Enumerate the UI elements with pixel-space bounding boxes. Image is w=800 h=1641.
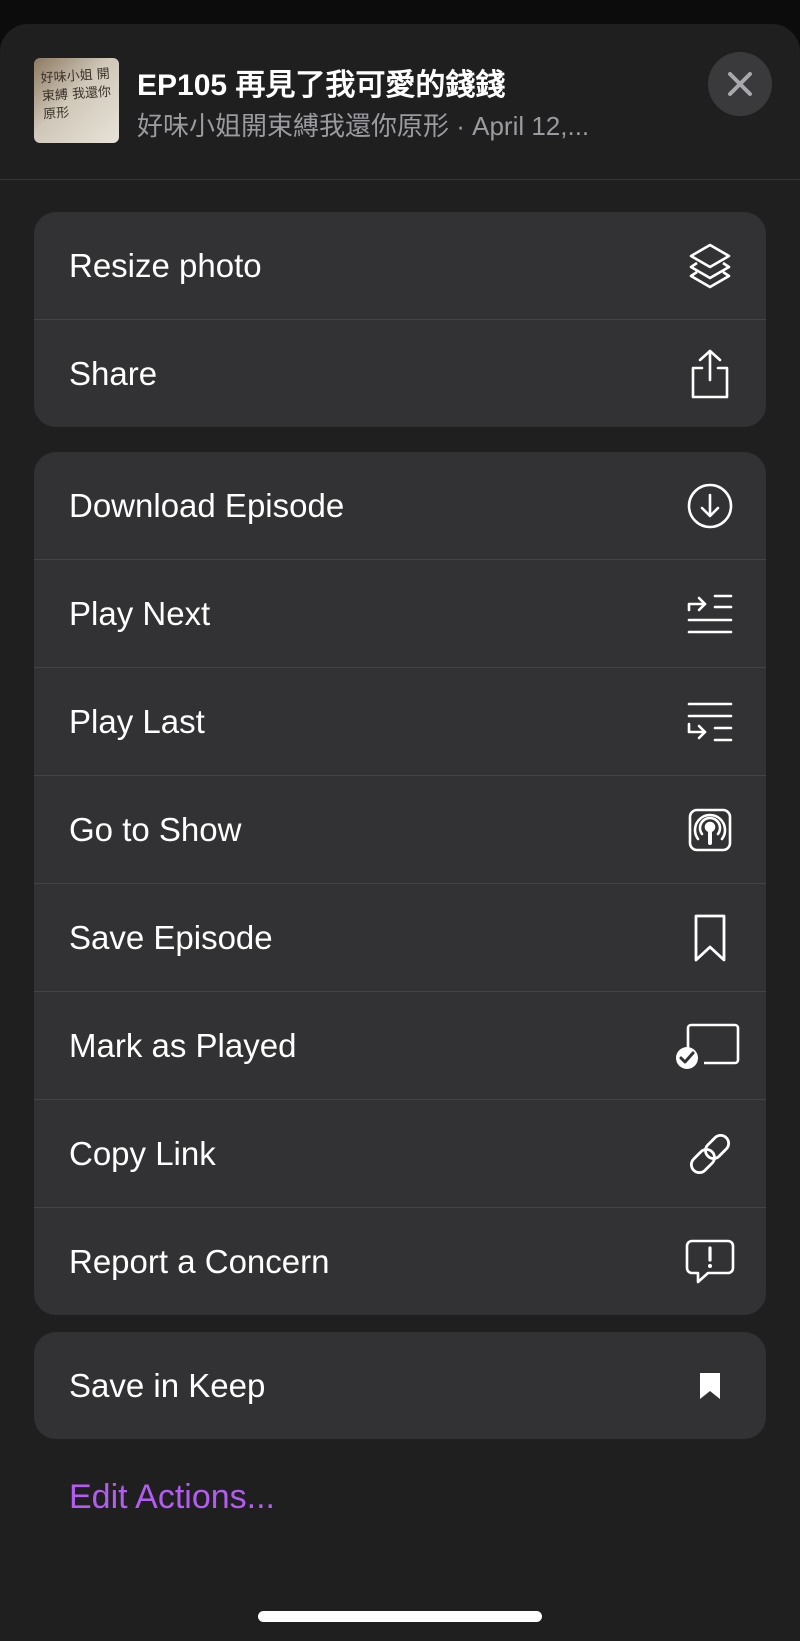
action-label: Play Last <box>69 702 205 740</box>
play-last-icon <box>682 694 738 750</box>
share-sheet: 好味小姐 開束縛 我還你原形 EP105 再見了我可愛的錢錢 好味小姐開束縛我還… <box>0 24 800 1641</box>
share-action[interactable]: Share <box>34 320 766 427</box>
action-label: Mark as Played <box>69 1026 297 1064</box>
save-in-keep-action[interactable]: Save in Keep <box>34 1332 766 1439</box>
play-last-action[interactable]: Play Last <box>34 668 766 776</box>
artwork-lettering: 好味小姐 開束縛 我還你原形 <box>40 66 112 123</box>
home-indicator <box>258 1611 542 1622</box>
resize-photo-action[interactable]: Resize photo <box>34 212 766 320</box>
action-label: Report a Concern <box>69 1242 330 1280</box>
play-next-action[interactable]: Play Next <box>34 560 766 668</box>
close-button[interactable] <box>708 52 772 116</box>
action-label: Resize photo <box>69 246 262 284</box>
action-group-1: Resize photo Share <box>34 212 766 427</box>
action-label: Download Episode <box>69 486 345 524</box>
close-icon <box>728 72 752 96</box>
layers-icon <box>682 238 738 294</box>
episode-subtitle: 好味小姐開束縛我還你原形 · April 12,... <box>137 111 590 141</box>
action-label: Save Episode <box>69 918 273 956</box>
download-circle-icon <box>682 478 738 534</box>
link-icon <box>682 1126 738 1182</box>
podcasts-icon <box>682 802 738 858</box>
sheet-header: 好味小姐 開束縛 我還你原形 EP105 再見了我可愛的錢錢 好味小姐開束縛我還… <box>0 24 800 180</box>
save-episode-action[interactable]: Save Episode <box>34 884 766 992</box>
podcast-artwork: 好味小姐 開束縛 我還你原形 <box>34 58 119 143</box>
action-label: Play Next <box>69 594 211 632</box>
copy-link-action[interactable]: Copy Link <box>34 1100 766 1208</box>
mark-as-played-action[interactable]: Mark as Played <box>34 992 766 1100</box>
edit-actions-link[interactable]: Edit Actions... <box>69 1478 275 1517</box>
background-peek <box>0 0 800 24</box>
bookmark-icon <box>682 910 738 966</box>
episode-title: EP105 再見了我可愛的錢錢 <box>137 69 506 102</box>
action-label: Save in Keep <box>69 1366 266 1404</box>
action-label: Go to Show <box>69 810 242 848</box>
action-label: Share <box>69 354 158 392</box>
download-episode-action[interactable]: Download Episode <box>34 452 766 560</box>
bookmark-filled-icon <box>682 1358 738 1414</box>
report-icon <box>682 1234 738 1290</box>
play-next-icon <box>682 586 738 642</box>
action-group-3: Save in Keep <box>34 1332 766 1439</box>
action-label: Copy Link <box>69 1134 216 1172</box>
action-group-2: Download Episode Play Next Play Last Go … <box>34 452 766 1315</box>
report-concern-action[interactable]: Report a Concern <box>34 1208 766 1315</box>
share-icon <box>682 346 738 402</box>
mark-played-icon <box>674 1018 740 1074</box>
go-to-show-action[interactable]: Go to Show <box>34 776 766 884</box>
